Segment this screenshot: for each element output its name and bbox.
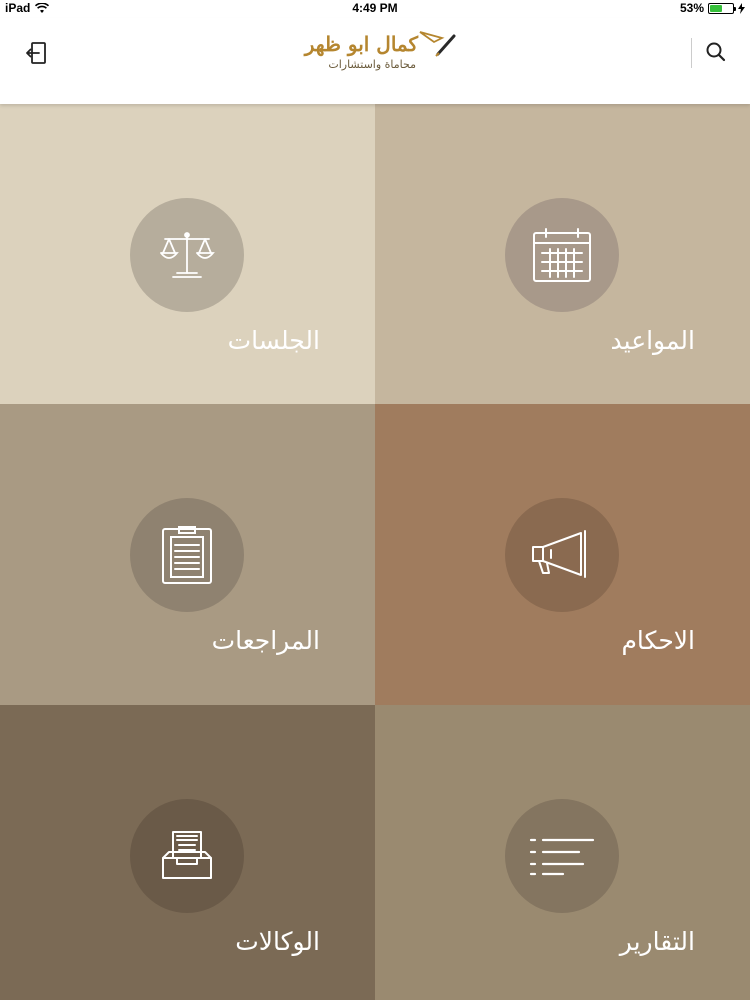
logout-button[interactable] <box>24 40 50 66</box>
tile-icon-circle <box>130 198 244 312</box>
tile-label: التقارير <box>619 927 695 956</box>
logo: كمال ابو ظهر محاماة واستشارات <box>296 28 456 80</box>
status-bar: iPad 4:49 PM 53% <box>0 0 750 18</box>
logo-title: كمال ابو ظهر <box>304 32 418 56</box>
inbox-tray-icon <box>162 831 212 879</box>
charging-bolt-icon <box>738 2 745 14</box>
quill-pen-icon <box>419 31 456 57</box>
tile-label: الجلسات <box>227 326 320 355</box>
search-button[interactable] <box>704 40 728 64</box>
scales-icon <box>160 232 215 278</box>
nav-bar: كمال ابو ظهر محاماة واستشارات <box>0 18 750 104</box>
tile-appointments[interactable]: المواعيد <box>375 104 750 404</box>
tile-icon-circle <box>130 498 244 612</box>
tile-label: الوكالات <box>235 927 320 956</box>
tile-label: المواعيد <box>610 326 695 355</box>
tile-reports[interactable]: التقارير <box>375 705 750 1000</box>
battery-icon <box>708 2 736 14</box>
tile-icon-circle <box>505 498 619 612</box>
tile-judgments[interactable]: الاحكام <box>375 404 750 705</box>
tile-icon-circle <box>505 198 619 312</box>
menu-grid: الجلسات المواعيد المراجعات الاحكام الوكا… <box>0 104 750 1000</box>
logout-icon <box>26 42 46 64</box>
tile-icon-circle <box>130 799 244 913</box>
tile-icon-circle <box>505 799 619 913</box>
list-icon <box>529 838 595 876</box>
tile-reviews[interactable]: المراجعات <box>0 404 375 705</box>
tile-label: المراجعات <box>211 626 320 655</box>
megaphone-icon <box>532 530 586 578</box>
clipboard-icon <box>162 526 212 584</box>
tile-agencies[interactable]: الوكالات <box>0 705 375 1000</box>
calendar-icon <box>533 228 591 282</box>
battery-percent: 53% <box>679 1 704 15</box>
search-icon <box>706 42 726 62</box>
logo-subtitle: محاماة واستشارات <box>328 58 416 71</box>
status-right: 53% <box>680 1 745 15</box>
status-time: 4:49 PM <box>352 1 398 15</box>
tile-label: الاحكام <box>621 626 695 655</box>
nav-divider <box>691 38 692 68</box>
tile-sessions[interactable]: الجلسات <box>0 104 375 404</box>
